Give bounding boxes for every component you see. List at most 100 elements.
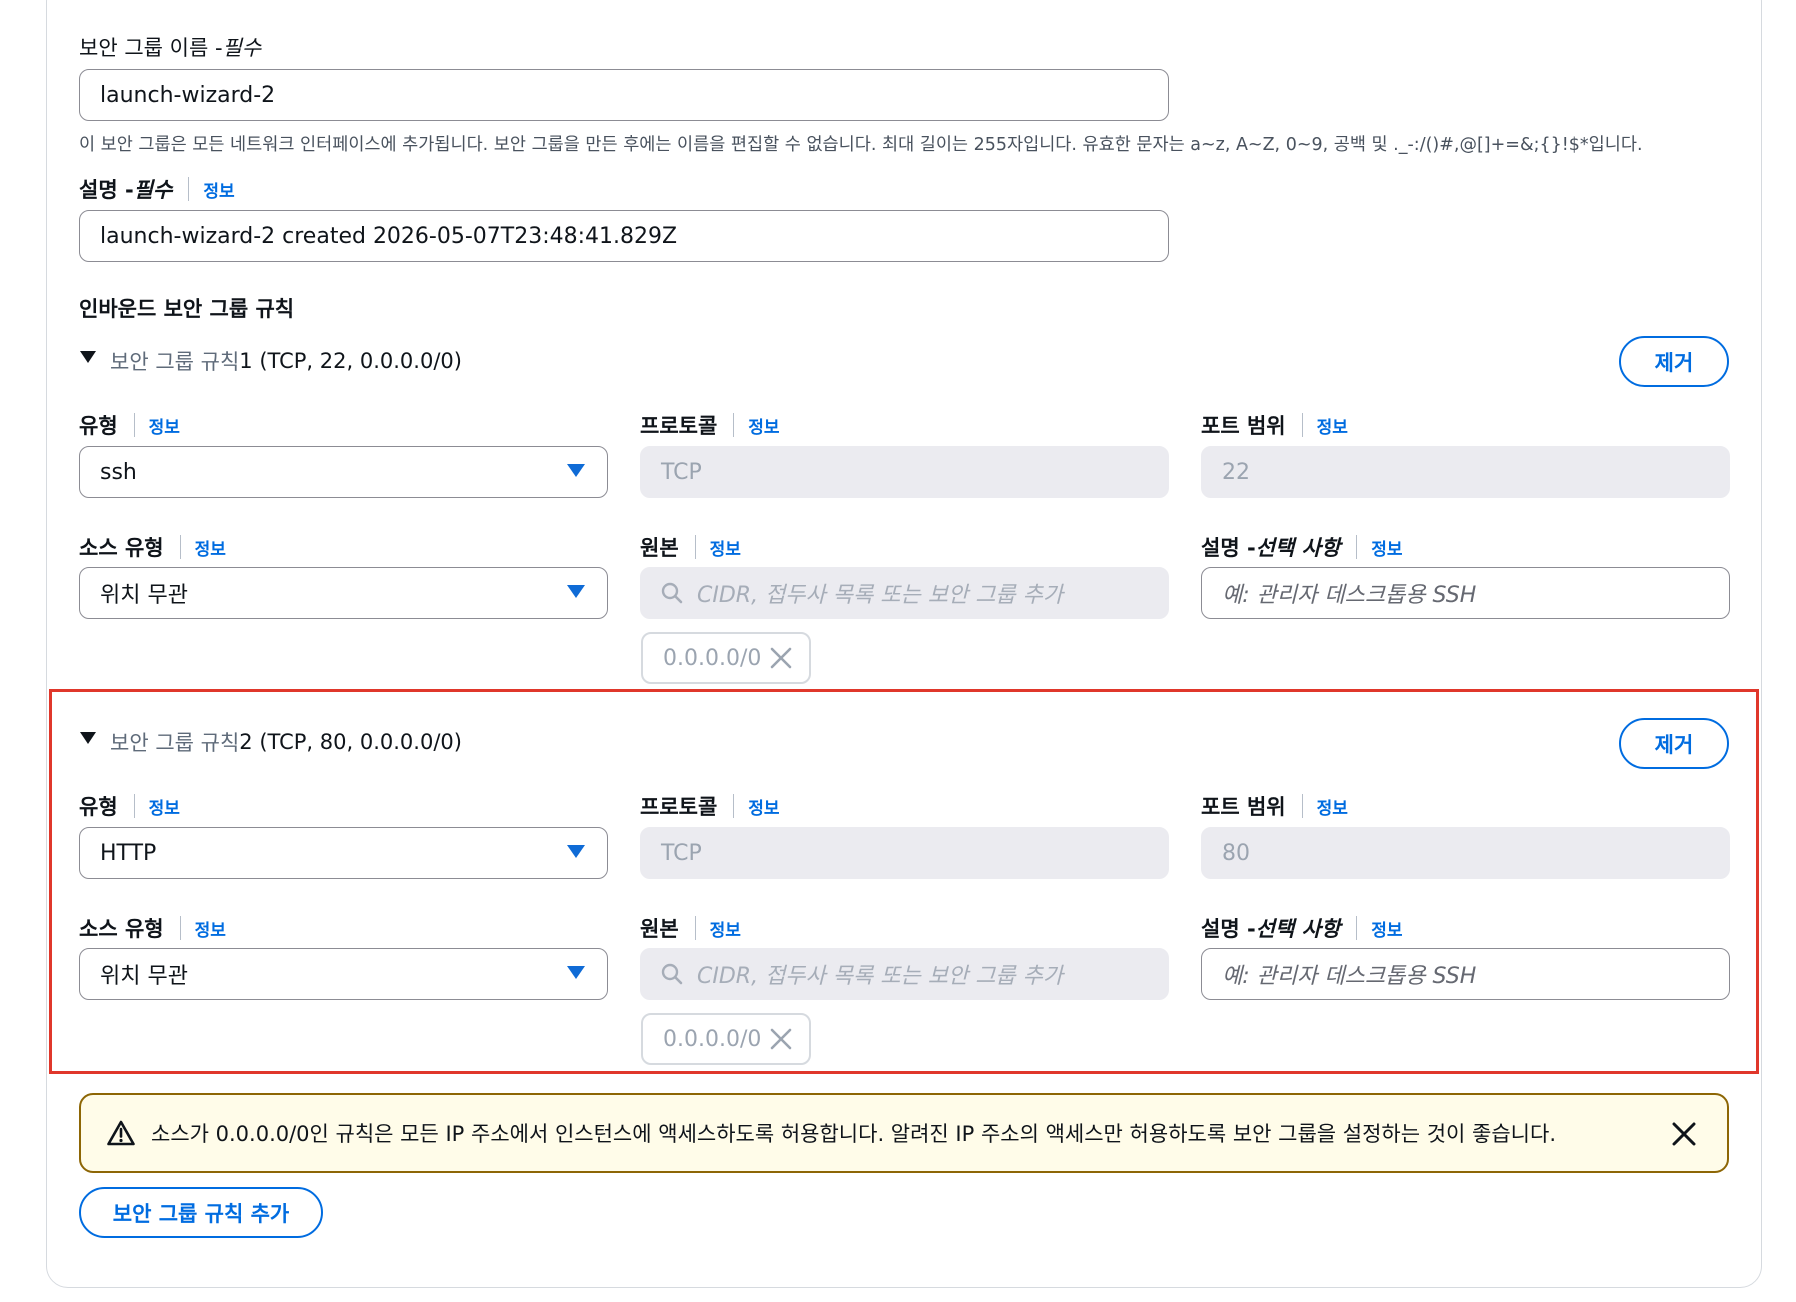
protocol-info-link[interactable]: 정보 bbox=[748, 794, 779, 819]
port-label-text: 포트 범위 bbox=[1201, 414, 1286, 438]
label-divider bbox=[1356, 916, 1358, 940]
desc-info-link[interactable]: 정보 bbox=[1371, 535, 1402, 560]
close-icon[interactable] bbox=[1671, 1121, 1697, 1147]
rule-1-protocol-input: TCP bbox=[640, 446, 1169, 498]
rule-1-desc-label: 설명 - 선택 사항 정보 bbox=[1201, 532, 1403, 562]
rule-1-remove-button[interactable]: 제거 bbox=[1619, 336, 1729, 387]
close-icon[interactable] bbox=[769, 1027, 793, 1051]
inbound-rules-title: 인바운드 보안 그룹 규칙 bbox=[79, 297, 295, 321]
rule-2-desc-label: 설명 - 선택 사항 정보 bbox=[1201, 913, 1403, 943]
rule-2-port-label: 포트 범위 정보 bbox=[1201, 791, 1348, 821]
description-info-link[interactable]: 정보 bbox=[203, 177, 234, 202]
rule-2-desc-input[interactable]: 예: 관리자 데스크톱용 SSH bbox=[1201, 948, 1730, 1000]
rule-2-source-type-select[interactable]: 위치 무관 bbox=[79, 948, 608, 1000]
rule-2-protocol-label: 프로토콜 정보 bbox=[640, 791, 780, 821]
rule-2-type-label: 유형 정보 bbox=[79, 791, 180, 821]
source-type-info-link[interactable]: 정보 bbox=[195, 535, 226, 560]
source-placeholder: CIDR, 접두사 목록 또는 보안 그룹 추가 bbox=[697, 964, 1064, 989]
rule-1-header-prefix: 보안 그룹 규칙 bbox=[110, 350, 240, 374]
rule-1-type-label: 유형 정보 bbox=[79, 410, 180, 440]
port-info-link[interactable]: 정보 bbox=[1317, 413, 1348, 438]
rule-1-desc-input[interactable]: 예: 관리자 데스크톱용 SSH bbox=[1201, 567, 1730, 619]
name-input[interactable]: launch-wizard-2 bbox=[79, 69, 1169, 121]
rule-1-header[interactable]: 보안 그룹 규칙 1 (TCP, 22, 0.0.0.0/0) bbox=[80, 346, 462, 376]
rule-1-port-input: 22 bbox=[1201, 446, 1730, 498]
desc-placeholder: 예: 관리자 데스크톱용 SSH bbox=[1222, 583, 1477, 608]
name-label-required: 필수 bbox=[222, 36, 262, 60]
source-token-label: 0.0.0.0/0 bbox=[663, 645, 762, 671]
search-icon bbox=[661, 963, 683, 985]
rule-2-header[interactable]: 보안 그룹 규칙 2 (TCP, 80, 0.0.0.0/0) bbox=[80, 727, 462, 757]
source-token-label: 0.0.0.0/0 bbox=[663, 1026, 762, 1052]
type-info-link[interactable]: 정보 bbox=[149, 794, 180, 819]
rule-1-source-label: 원본 정보 bbox=[640, 532, 741, 562]
source-placeholder: CIDR, 접두사 목록 또는 보안 그룹 추가 bbox=[697, 583, 1064, 608]
rule-2-protocol-input: TCP bbox=[640, 827, 1169, 879]
port-info-link[interactable]: 정보 bbox=[1317, 794, 1348, 819]
rule-1-header-suffix: 1 (TCP, 22, 0.0.0.0/0) bbox=[239, 349, 462, 373]
rule-1-source-search[interactable]: CIDR, 접두사 목록 또는 보안 그룹 추가 bbox=[640, 567, 1169, 619]
source-info-link[interactable]: 정보 bbox=[710, 916, 741, 941]
rule-2-port-input: 80 bbox=[1201, 827, 1730, 879]
rule-1-source-type-select[interactable]: 위치 무관 bbox=[79, 567, 608, 619]
close-icon[interactable] bbox=[769, 646, 793, 670]
rule-2-remove-button[interactable]: 제거 bbox=[1619, 718, 1729, 769]
rule-1-source-token: 0.0.0.0/0 bbox=[641, 632, 811, 684]
label-divider bbox=[133, 794, 135, 818]
source-type-label-text: 소스 유형 bbox=[79, 917, 164, 941]
rule-1-type-select[interactable]: ssh bbox=[79, 446, 608, 498]
name-label-text: 보안 그룹 이름 - bbox=[79, 36, 223, 60]
rule-2-source-search[interactable]: CIDR, 접두사 목록 또는 보안 그룹 추가 bbox=[640, 948, 1169, 1000]
type-select-value: ssh bbox=[100, 459, 137, 485]
desc-info-link[interactable]: 정보 bbox=[1371, 916, 1402, 941]
label-divider bbox=[179, 916, 181, 940]
label-divider bbox=[1301, 413, 1303, 437]
warning-alert: 소스가 0.0.0.0/0인 규칙은 모든 IP 주소에서 인스턴스에 액세스하… bbox=[79, 1093, 1729, 1173]
rule-1-protocol-label: 프로토콜 정보 bbox=[640, 410, 780, 440]
desc-label-optional: 선택 사항 bbox=[1255, 917, 1341, 941]
rule-2-source-label: 원본 정보 bbox=[640, 913, 741, 943]
description-input[interactable]: launch-wizard-2 created 2026-05-07T23:48… bbox=[79, 210, 1169, 262]
label-divider bbox=[694, 916, 696, 940]
desc-label-text: 설명 - bbox=[1201, 536, 1256, 560]
description-label-required: 필수 bbox=[133, 178, 173, 202]
port-value: 22 bbox=[1222, 459, 1250, 485]
description-input-value: launch-wizard-2 created 2026-05-07T23:48… bbox=[100, 223, 678, 249]
rule-2-source-type-label: 소스 유형 정보 bbox=[79, 913, 226, 943]
rule-1-port-label: 포트 범위 정보 bbox=[1201, 410, 1348, 440]
desc-label-text: 설명 - bbox=[1201, 917, 1256, 941]
source-type-info-link[interactable]: 정보 bbox=[195, 916, 226, 941]
label-divider bbox=[188, 177, 190, 201]
protocol-label-text: 프로토콜 bbox=[640, 795, 718, 819]
description-field-label: 설명 - 필수 정보 bbox=[79, 174, 235, 204]
protocol-info-link[interactable]: 정보 bbox=[748, 413, 779, 438]
caret-down-icon bbox=[567, 845, 585, 858]
name-hint: 이 보안 그룹은 모든 네트워크 인터페이스에 추가됩니다. 보안 그룹을 만든… bbox=[79, 135, 1643, 155]
rule-1-source-type-label: 소스 유형 정보 bbox=[79, 532, 226, 562]
rule-2-type-select[interactable]: HTTP bbox=[79, 827, 608, 879]
expand-triangle-icon bbox=[80, 351, 96, 363]
type-label-text: 유형 bbox=[79, 414, 118, 438]
source-type-value: 위치 무관 bbox=[100, 583, 188, 608]
name-input-value: launch-wizard-2 bbox=[100, 82, 276, 108]
expand-triangle-icon bbox=[80, 732, 96, 744]
caret-down-icon bbox=[567, 585, 585, 598]
label-divider bbox=[1301, 794, 1303, 818]
add-rule-button[interactable]: 보안 그룹 규칙 추가 bbox=[79, 1187, 323, 1238]
type-info-link[interactable]: 정보 bbox=[149, 413, 180, 438]
port-value: 80 bbox=[1222, 840, 1250, 866]
desc-placeholder: 예: 관리자 데스크톱용 SSH bbox=[1222, 964, 1477, 989]
label-divider bbox=[694, 535, 696, 559]
caret-down-icon bbox=[567, 464, 585, 477]
rule-2-header-suffix: 2 (TCP, 80, 0.0.0.0/0) bbox=[239, 730, 462, 754]
source-info-link[interactable]: 정보 bbox=[710, 535, 741, 560]
rule-2-header-prefix: 보안 그룹 규칙 bbox=[110, 731, 240, 755]
warning-text: 소스가 0.0.0.0/0인 규칙은 모든 IP 주소에서 인스턴스에 액세스하… bbox=[151, 1122, 1556, 1146]
type-select-value: HTTP bbox=[100, 840, 157, 866]
source-label-text: 원본 bbox=[640, 536, 679, 560]
source-type-label-text: 소스 유형 bbox=[79, 536, 164, 560]
rule-2-source-token: 0.0.0.0/0 bbox=[641, 1013, 811, 1065]
source-type-value: 위치 무관 bbox=[100, 964, 188, 989]
label-divider bbox=[1356, 535, 1358, 559]
port-label-text: 포트 범위 bbox=[1201, 795, 1286, 819]
